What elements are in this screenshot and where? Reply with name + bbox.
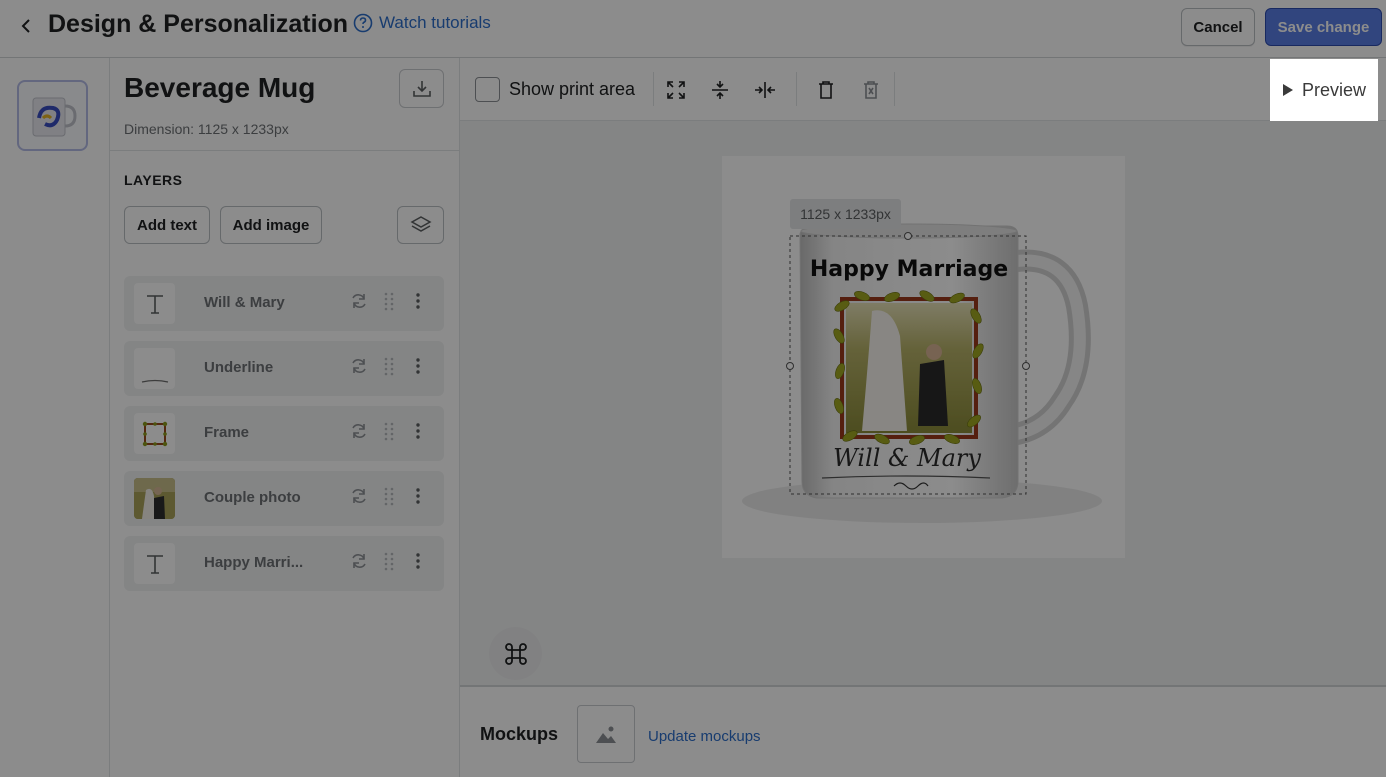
preview-label: Preview	[1301, 79, 1367, 100]
update-mockups-link[interactable]: Update mockups	[648, 728, 761, 745]
delete-button[interactable]	[813, 77, 839, 103]
layer-item-will-mary[interactable]: Will & Mary	[124, 276, 444, 331]
dimension-tag: 1125 x 1233px	[790, 199, 901, 229]
layers-panel: Beverage Mug Dimension: 1125 x 1233px LA…	[110, 58, 460, 777]
design-artboard[interactable]: Happy Marriage Will & Mary	[722, 156, 1125, 558]
keyboard-shortcuts-button[interactable]	[489, 627, 542, 680]
trash-icon	[819, 81, 833, 99]
add-text-button[interactable]: Add text	[124, 206, 210, 244]
top-header: Design & Personalization Watch tutorials…	[0, 0, 1386, 58]
layer-label: Frame	[204, 424, 250, 441]
mockups-bar: Mockups Update mockups	[460, 685, 1386, 777]
design-canvas-area: Show print area Preview	[460, 58, 1386, 685]
product-thumbnail[interactable]	[17, 80, 88, 151]
text-layer-thumb	[134, 283, 175, 324]
layers-icon	[409, 216, 432, 232]
underline-thumbnail-image	[141, 379, 168, 383]
toolbar-divider	[796, 72, 797, 106]
layer-label: Will & Mary	[204, 294, 285, 311]
sync-icon[interactable]	[349, 356, 369, 376]
drag-handle-icon[interactable]	[382, 551, 396, 571]
add-image-button[interactable]: Add image	[220, 206, 322, 244]
more-options-icon[interactable]	[411, 486, 425, 506]
expand-icon	[667, 81, 685, 99]
panel-divider	[110, 150, 460, 151]
sync-icon[interactable]	[349, 551, 369, 571]
delete-all-button[interactable]	[858, 77, 884, 103]
layer-label: Underline	[204, 359, 274, 376]
more-options-icon[interactable]	[411, 551, 425, 571]
toolbar-divider	[653, 72, 654, 106]
text-type-icon	[146, 294, 163, 314]
drag-handle-icon[interactable]	[382, 421, 396, 441]
mug-text-happy-marriage: Happy Marriage	[810, 257, 1008, 282]
page-title: Design & Personalization	[48, 10, 349, 38]
layers-stack-button[interactable]	[397, 206, 444, 244]
frame-layer-thumb	[134, 413, 175, 454]
show-print-area-label: Show print area	[509, 79, 636, 99]
fit-to-area-button[interactable]	[663, 77, 689, 103]
trash-x-icon	[864, 81, 878, 99]
align-horizontal-center-button[interactable]	[752, 77, 778, 103]
help-circle-icon	[353, 13, 373, 33]
product-title: Beverage Mug	[124, 72, 316, 103]
layer-item-couple-photo[interactable]: Couple photo	[124, 471, 444, 526]
chevron-left-icon	[21, 19, 30, 33]
sync-icon[interactable]	[349, 486, 369, 506]
play-icon	[1282, 84, 1293, 96]
layer-label: Happy Marri...	[204, 554, 304, 571]
cancel-button[interactable]: Cancel	[1181, 8, 1255, 46]
command-icon	[504, 642, 527, 665]
preview-button[interactable]: Preview	[1270, 59, 1378, 121]
layer-item-happy-marriage[interactable]: Happy Marri...	[124, 536, 444, 591]
watch-tutorials-link[interactable]: Watch tutorials	[353, 13, 491, 33]
layer-item-underline[interactable]: Underline	[124, 341, 444, 396]
align-vertical-center-button[interactable]	[707, 77, 733, 103]
sync-icon[interactable]	[349, 421, 369, 441]
canvas-toolbar: Show print area Preview	[460, 58, 1386, 121]
watch-tutorials-label: Watch tutorials	[379, 13, 491, 32]
drag-handle-icon[interactable]	[382, 356, 396, 376]
save-change-button[interactable]: Save change	[1265, 8, 1382, 46]
more-options-icon[interactable]	[411, 421, 425, 441]
product-thumbnail-column	[0, 58, 110, 777]
back-button[interactable]	[12, 12, 40, 40]
sync-icon[interactable]	[349, 291, 369, 311]
layer-label: Couple photo	[204, 489, 301, 506]
mug-text-will-mary: Will & Mary	[833, 444, 981, 472]
align-vertical-center-icon	[712, 81, 728, 99]
toolbar-divider	[894, 72, 895, 106]
drag-handle-icon[interactable]	[382, 291, 396, 311]
photo-layer-thumb	[134, 478, 175, 519]
underline-layer-thumb	[134, 348, 175, 389]
mug-mockup-image: Happy Marriage Will & Mary	[742, 223, 1102, 523]
couple-photo-thumbnail-image	[134, 478, 175, 519]
align-horizontal-center-icon	[755, 82, 775, 98]
mug-thumbnail-image	[32, 97, 77, 136]
download-icon	[412, 80, 431, 97]
more-options-icon[interactable]	[411, 356, 425, 376]
show-print-area-checkbox[interactable]	[475, 77, 500, 102]
download-button[interactable]	[399, 69, 444, 108]
text-type-icon	[146, 554, 163, 574]
drag-handle-icon[interactable]	[382, 486, 396, 506]
layers-heading: LAYERS	[124, 172, 183, 188]
frame-thumbnail-image	[142, 421, 167, 446]
image-placeholder-icon	[596, 726, 616, 743]
layer-item-frame[interactable]: Frame	[124, 406, 444, 461]
product-dimension: Dimension: 1125 x 1233px	[124, 121, 289, 137]
mockups-label: Mockups	[480, 724, 559, 744]
app-root: Design & Personalization Watch tutorials…	[0, 0, 1386, 777]
text-layer-thumb	[134, 543, 175, 584]
more-options-icon[interactable]	[411, 291, 425, 311]
mockup-thumbnail[interactable]	[577, 705, 635, 763]
